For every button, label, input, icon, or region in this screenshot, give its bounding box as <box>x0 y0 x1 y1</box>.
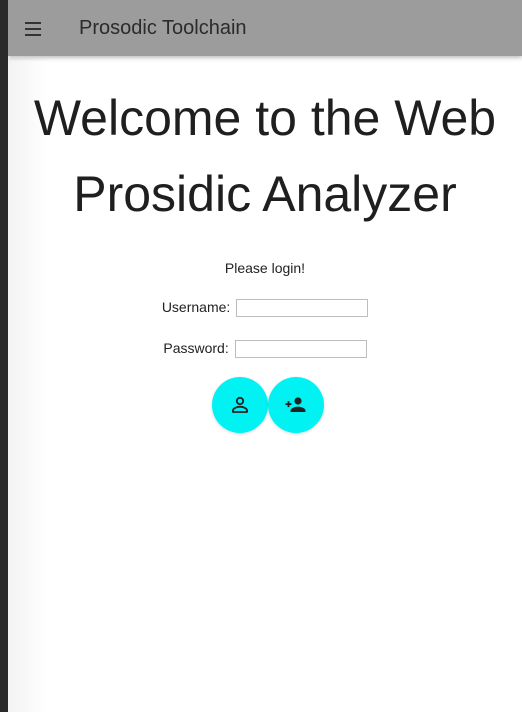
login-prompt: Please login! <box>224 260 306 276</box>
page-title-line1: Welcome to the Web <box>33 90 497 146</box>
username-label: Username: <box>161 299 231 315</box>
password-label: Password: <box>163 340 229 356</box>
login-button[interactable] <box>212 377 268 433</box>
username-field[interactable] <box>236 299 369 318</box>
menu-icon[interactable] <box>22 18 46 40</box>
register-button[interactable] <box>268 377 324 433</box>
password-row: Password: <box>8 340 522 359</box>
app-window: Prosodic Toolchain Welcome to the Web Pr… <box>8 0 522 712</box>
page-title: Welcome to the Web Prosidic Analyzer <box>8 80 522 232</box>
page-title-line2: Prosidic Analyzer <box>73 166 457 222</box>
app-title: Prosodic Toolchain <box>79 17 247 39</box>
username-row: Username: <box>8 299 522 318</box>
person-add-icon <box>285 397 306 412</box>
person-outline-icon <box>232 396 248 413</box>
password-field[interactable] <box>234 340 367 359</box>
toolbar: Prosodic Toolchain <box>8 0 522 56</box>
